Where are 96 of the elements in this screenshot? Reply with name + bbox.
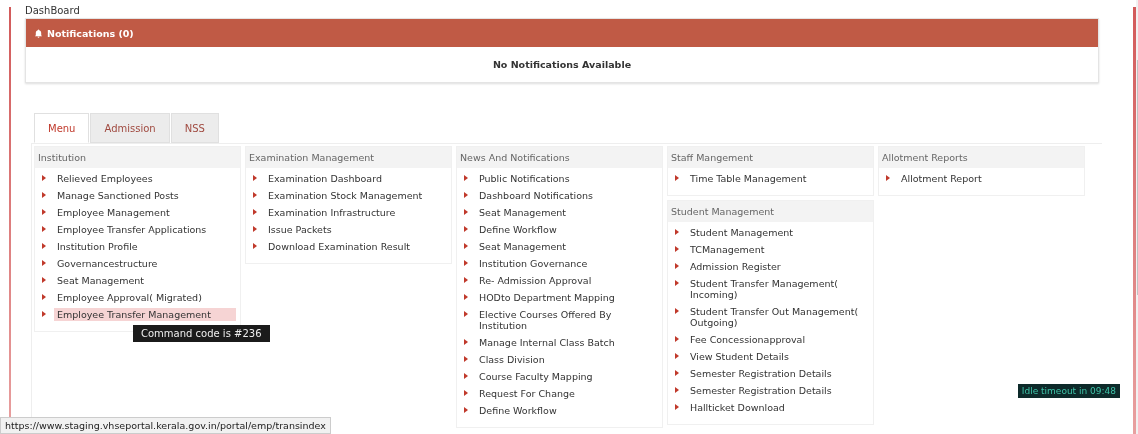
menu-link[interactable]: Manage Internal Class Batch — [476, 336, 618, 349]
caret-icon — [675, 336, 679, 342]
menu-link[interactable]: Employee Transfer Applications — [54, 223, 210, 236]
menu-link[interactable]: Seat Management — [476, 240, 570, 253]
caret-icon — [464, 311, 468, 317]
caret-icon — [675, 246, 679, 252]
caret-icon — [42, 277, 46, 283]
menu-link[interactable]: Employee Approval( Migrated) — [54, 291, 205, 304]
caret-icon — [42, 192, 46, 198]
menu-link[interactable]: Examination Dashboard — [265, 172, 385, 185]
caret-icon — [675, 175, 679, 181]
menu-link[interactable]: Governancestructure — [54, 257, 161, 270]
tooltip: Command code is #236 — [133, 325, 270, 342]
caret-icon — [675, 263, 679, 269]
caret-icon — [42, 243, 46, 249]
caret-icon — [464, 407, 468, 413]
menu-link[interactable]: Time Table Management — [687, 172, 810, 185]
menu-link[interactable]: Class Division — [476, 353, 548, 366]
menu-link[interactable]: Institution Governance — [476, 257, 591, 270]
caret-icon — [42, 294, 46, 300]
menu-link[interactable]: Fee Concessionapproval — [687, 333, 809, 346]
menu-link[interactable]: Relieved Employees — [54, 172, 156, 185]
caret-icon — [675, 280, 679, 286]
caret-icon — [464, 294, 468, 300]
caret-icon — [253, 243, 257, 249]
menu-link[interactable]: Allotment Report — [898, 172, 985, 185]
caret-icon — [253, 192, 257, 198]
caret-icon — [675, 229, 679, 235]
caret-icon — [464, 339, 468, 345]
caret-icon — [464, 277, 468, 283]
menu-link[interactable]: Dashboard Notifications — [476, 189, 597, 202]
caret-icon — [42, 226, 46, 232]
menu-link[interactable]: HODto Department Mapping — [476, 291, 618, 304]
menu-link[interactable]: Course Faculty Mapping — [476, 370, 596, 383]
caret-icon — [464, 192, 468, 198]
menu-link[interactable]: View Student Details — [687, 350, 792, 363]
notifications-title: Notifications (0) — [47, 27, 134, 39]
caret-icon — [253, 226, 257, 232]
menu-link[interactable]: Define Workflow — [476, 404, 560, 417]
menu-link[interactable]: Admission Register — [687, 260, 784, 273]
caret-icon — [464, 260, 468, 266]
menu-link[interactable]: Institution Profile — [54, 240, 141, 253]
section-header: Examination Management — [246, 147, 451, 168]
menu-link[interactable]: Student Management — [687, 226, 796, 239]
menu-link[interactable]: Manage Sanctioned Posts — [54, 189, 182, 202]
menu-link[interactable]: Public Notifications — [476, 172, 573, 185]
bell-icon — [34, 28, 43, 38]
empty-message: No Notifications Available — [492, 59, 632, 70]
caret-icon — [464, 390, 468, 396]
idle-timeout-badge: Idle timeout in 09:48 — [1017, 384, 1120, 398]
caret-icon — [464, 243, 468, 249]
menu-link[interactable]: Examination Stock Management — [265, 189, 426, 202]
tab[interactable]: Admission — [90, 113, 170, 143]
menu-link[interactable]: Employee Transfer Management — [54, 308, 236, 321]
caret-icon — [42, 260, 46, 266]
menu-link[interactable]: Examination Infrastructure — [265, 206, 399, 219]
caret-icon — [253, 175, 257, 181]
status-url: https://www.staging.vhseportal.kerala.gov.in/portal/emp/transindex — [0, 417, 331, 434]
menu-link[interactable]: Student Transfer Out Management( Outgoing) — [687, 305, 873, 329]
menu-link[interactable]: Seat Management — [54, 274, 148, 287]
tab[interactable]: Menu — [34, 113, 90, 143]
caret-icon — [675, 404, 679, 410]
caret-icon — [886, 175, 890, 181]
caret-icon — [464, 209, 468, 215]
menu-link[interactable]: Define Workflow — [476, 223, 560, 236]
section-header: Institution — [35, 147, 240, 168]
menu-link[interactable]: TCManagement — [687, 243, 768, 256]
caret-icon — [675, 308, 679, 314]
caret-icon — [675, 370, 679, 376]
caret-icon — [464, 373, 468, 379]
section-header: News And Notifications — [457, 147, 662, 168]
menu-link[interactable]: Elective Courses Offered By Institution — [476, 308, 662, 332]
menu-link[interactable]: Request For Change — [476, 387, 578, 400]
section-header: Student Management — [668, 201, 873, 222]
menu-link[interactable]: Semester Registration Details — [687, 367, 835, 380]
caret-icon — [675, 353, 679, 359]
caret-icon — [253, 209, 257, 215]
menu-link[interactable]: Semester Registration Details — [687, 384, 835, 397]
section-header: Staff Mangement — [668, 147, 873, 168]
tab[interactable]: NSS — [170, 113, 219, 143]
breadcrumb: DashBoard — [25, 4, 81, 18]
caret-icon — [464, 175, 468, 181]
menu-link[interactable]: Seat Management — [476, 206, 570, 219]
menu-link[interactable]: Employee Management — [54, 206, 173, 219]
menu-link[interactable]: Download Examination Result — [265, 240, 413, 253]
section-header: Allotment Reports — [879, 147, 1084, 168]
caret-icon — [675, 387, 679, 393]
caret-icon — [42, 209, 46, 215]
menu-link[interactable]: Hallticket Download — [687, 401, 788, 414]
caret-icon — [464, 356, 468, 362]
menu-link[interactable]: Issue Packets — [265, 223, 335, 236]
caret-icon — [42, 311, 46, 317]
caret-icon — [464, 226, 468, 232]
menu-link[interactable]: Re- Admission Approval — [476, 274, 595, 287]
caret-icon — [42, 175, 46, 181]
menu-link[interactable]: Student Transfer Management( Incoming) — [687, 277, 873, 301]
